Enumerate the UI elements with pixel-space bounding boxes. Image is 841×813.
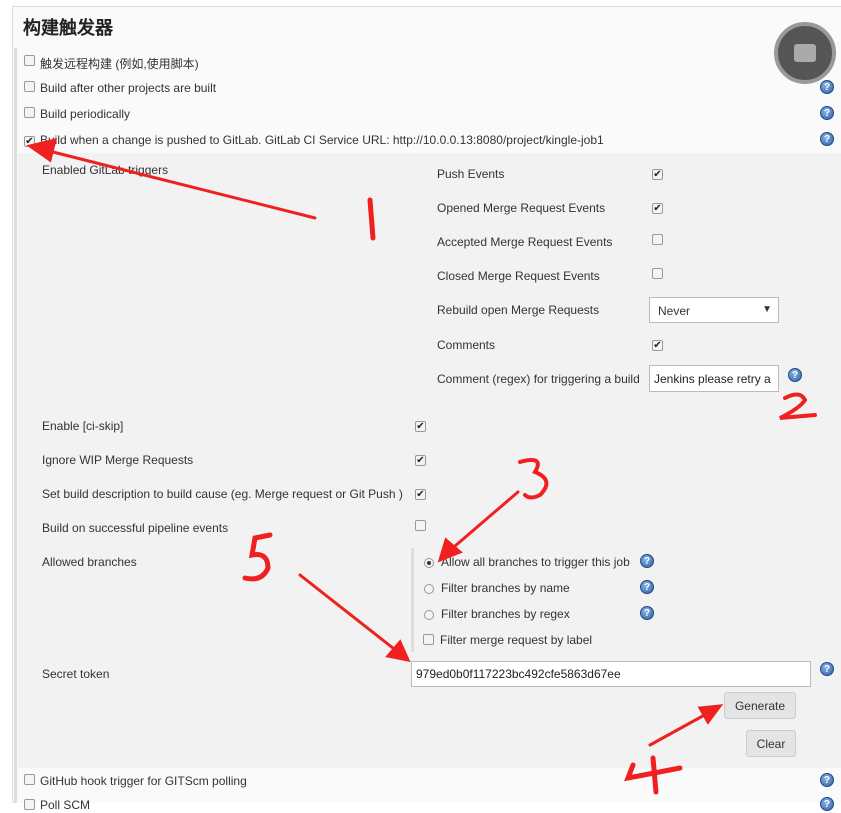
annotation-arrow-4 — [648, 710, 712, 747]
arrow-head — [697, 704, 724, 725]
annotation-arrow-3 — [446, 490, 520, 554]
annotation-number-3 — [518, 458, 549, 500]
annotation-arrow-5 — [298, 573, 400, 654]
annotation-number-5 — [242, 532, 273, 582]
annotation-number-2 — [779, 392, 817, 420]
annotation-arrow-1 — [43, 148, 317, 220]
arrow-head — [26, 137, 58, 163]
annotation-number-4 — [624, 755, 683, 795]
annotation-overlay — [26, 137, 817, 795]
annotation-number-1 — [367, 197, 376, 241]
